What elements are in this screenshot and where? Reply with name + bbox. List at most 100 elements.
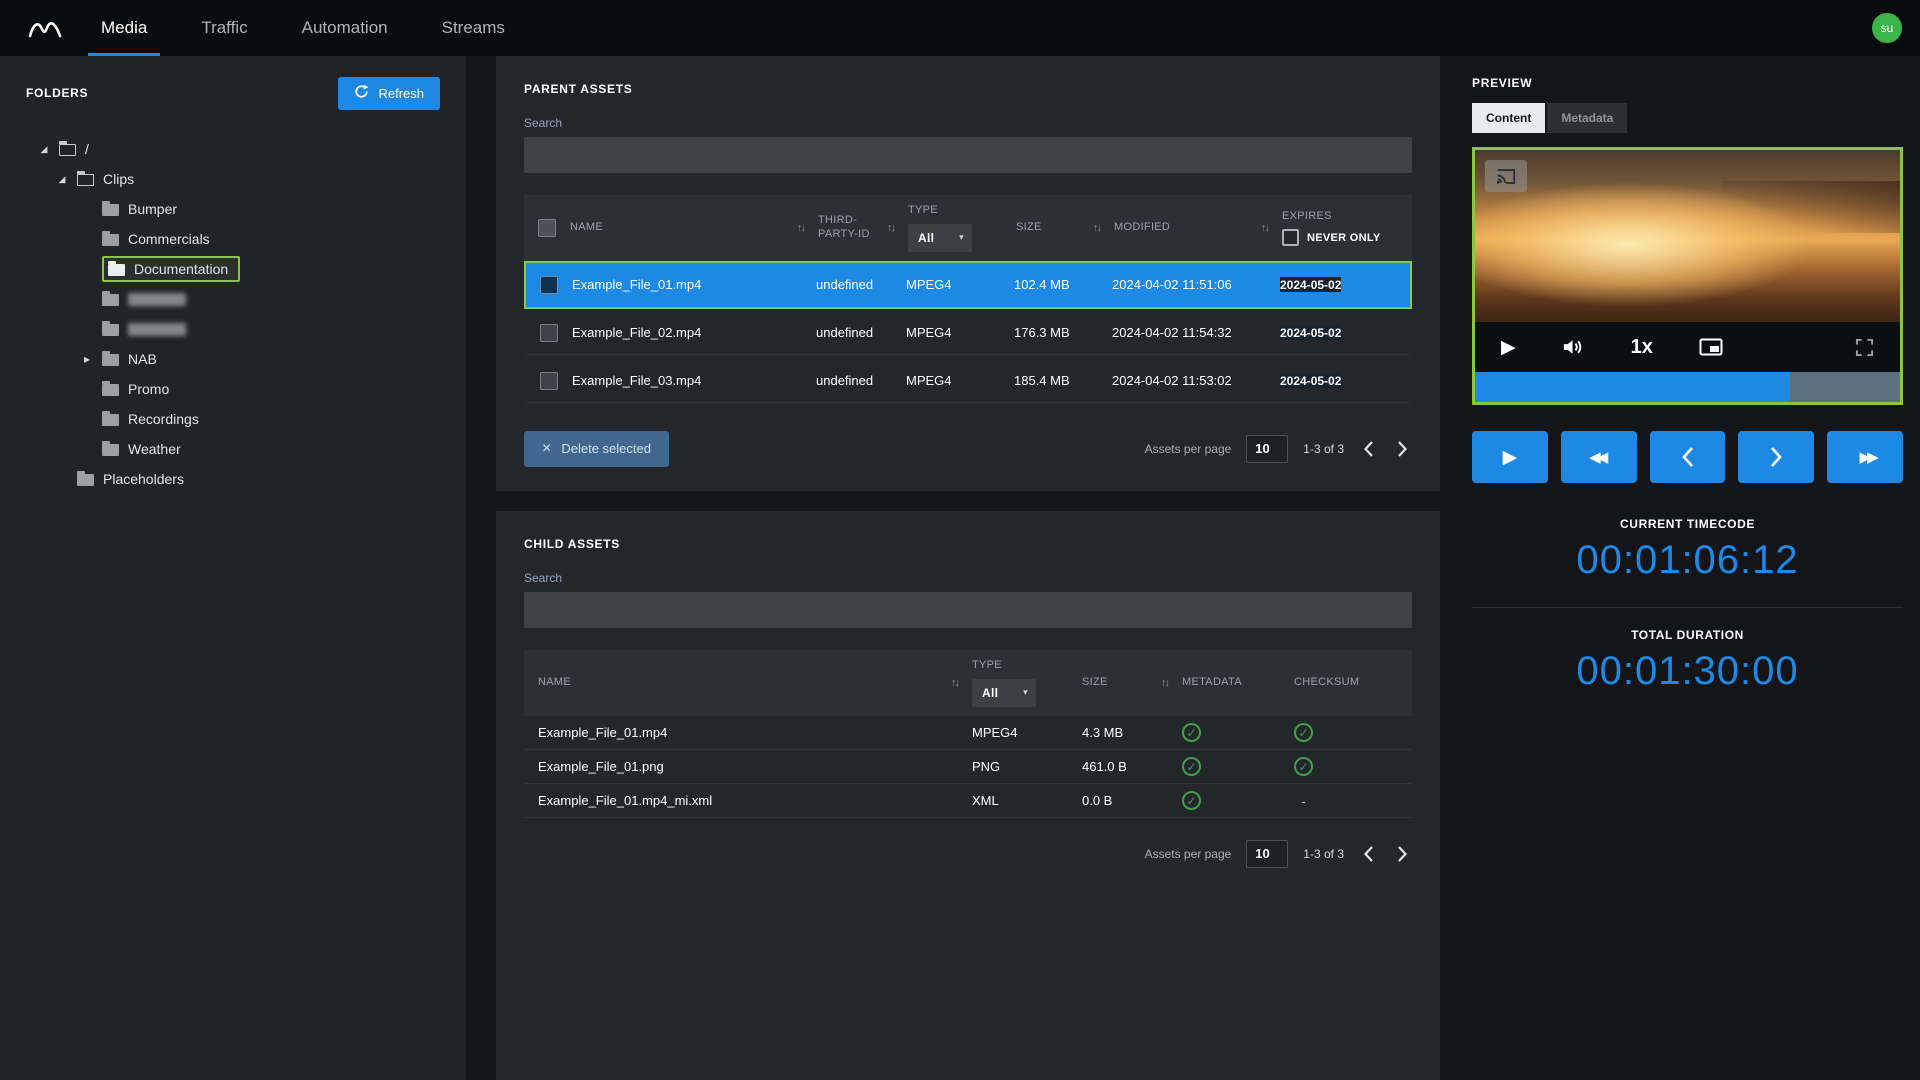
app-logo-icon[interactable] <box>16 0 74 56</box>
row-checkbox[interactable] <box>540 323 558 342</box>
child-asset-row[interactable]: Example_File_01.png PNG 461.0 B <box>524 750 1412 784</box>
preview-tabs: Content Metadata <box>1472 103 1903 133</box>
user-avatar[interactable]: su <box>1872 13 1902 43</box>
next-page-button[interactable] <box>1393 843 1412 865</box>
select-all-checkbox[interactable] <box>538 218 556 237</box>
refresh-button[interactable]: Refresh <box>338 76 440 110</box>
sort-icon[interactable]: ↑↓ <box>1261 222 1270 234</box>
size-column-label: SIZE <box>1082 675 1108 688</box>
asset-size: 4.3 MB <box>1082 725 1124 740</box>
folder-item-root[interactable]: ◢ / <box>26 134 440 164</box>
delete-selected-button[interactable]: × Delete selected <box>524 430 669 467</box>
folder-item-nab[interactable]: ▸ NAB <box>26 344 440 374</box>
playback-speed-button[interactable]: 1x <box>1631 336 1653 359</box>
expires-date-chip[interactable]: 2024-05-02 <box>1280 325 1342 341</box>
total-duration-label: TOTAL DURATION <box>1631 628 1744 642</box>
parent-asset-row[interactable]: Example_File_03.mp4 undefined MPEG4 185.… <box>524 357 1412 405</box>
play-button[interactable]: ▶ <box>1501 336 1516 359</box>
folder-label: Commercials <box>128 231 210 247</box>
folder-item-commercials[interactable]: Commercials <box>26 224 440 254</box>
parent-search-input[interactable] <box>524 137 1412 173</box>
folder-tree: ◢ / ◢ Clips Bumper Commercials Documenta… <box>26 134 440 494</box>
column-header-third-party-id: THIRD-PARTY-ID ↑↓ <box>818 214 908 242</box>
folder-label: Clips <box>103 171 135 187</box>
child-search-input[interactable] <box>524 591 1412 628</box>
metadata-status-icon <box>1182 791 1201 810</box>
previous-page-button[interactable] <box>1359 438 1378 460</box>
volume-icon <box>1563 340 1581 354</box>
tab-content[interactable]: Content <box>1472 103 1546 133</box>
preview-progress-fill <box>1475 372 1790 402</box>
video-frame[interactable] <box>1475 150 1900 322</box>
fullscreen-button[interactable] <box>1855 338 1874 357</box>
fullscreen-icon <box>1855 338 1874 356</box>
parent-asset-row[interactable]: Example_File_01.mp4 undefined MPEG4 102.… <box>524 260 1412 309</box>
child-table-header: NAME ↑↓ TYPE All ▾ SIZE ↑↓ METADATA CHEC… <box>524 649 1412 716</box>
parent-assets-title: PARENT ASSETS <box>524 82 633 96</box>
asset-type: MPEG4 <box>906 373 952 389</box>
type-filter-select[interactable]: All ▾ <box>972 678 1036 707</box>
picture-in-picture-icon <box>1699 338 1723 356</box>
folder-item-promo[interactable]: Promo <box>26 374 440 404</box>
type-filter-select[interactable]: All ▾ <box>908 223 972 252</box>
redacted-folder-label <box>128 322 186 336</box>
column-header-checksum: CHECKSUM <box>1294 676 1412 690</box>
nav-tab-media[interactable]: Media <box>74 0 174 56</box>
volume-button[interactable] <box>1562 337 1585 357</box>
sort-icon[interactable]: ↑↓ <box>1093 222 1102 234</box>
tab-metadata[interactable]: Metadata <box>1547 103 1628 133</box>
chevron-right-icon <box>1770 447 1782 467</box>
folder-item-clips[interactable]: ◢ Clips <box>26 164 440 194</box>
folder-item-placeholders[interactable]: Placeholders <box>26 464 440 494</box>
row-checkbox[interactable] <box>540 371 558 390</box>
per-page-input[interactable] <box>1246 839 1289 868</box>
sort-icon[interactable]: ↑↓ <box>887 222 896 234</box>
folder-item-recordings[interactable]: Recordings <box>26 404 440 434</box>
never-only-checkbox[interactable] <box>1282 229 1299 247</box>
sort-icon[interactable]: ↑↓ <box>1161 677 1170 689</box>
caret-expanded-icon[interactable]: ◢ <box>56 174 68 185</box>
step-forward-button[interactable] <box>1738 431 1815 483</box>
nav-tab-streams[interactable]: Streams <box>415 0 532 56</box>
per-page-label: Assets per page <box>1144 441 1232 456</box>
folder-item-redacted[interactable] <box>26 284 440 314</box>
rewind-button[interactable]: ◀◀ <box>1560 431 1637 483</box>
nav-tab-traffic[interactable]: Traffic <box>174 0 274 56</box>
folder-item-weather[interactable]: Weather <box>26 434 440 464</box>
caret-expanded-icon[interactable]: ◢ <box>38 144 50 155</box>
fast-forward-button[interactable]: ▶▶ <box>1827 431 1903 483</box>
child-asset-row[interactable]: Example_File_01.mp4 MPEG4 4.3 MB <box>524 716 1412 750</box>
expires-date-chip[interactable]: 2024-05-02 <box>1280 277 1342 293</box>
row-checkbox[interactable] <box>540 275 558 294</box>
column-header-metadata: METADATA <box>1182 676 1294 690</box>
next-page-button[interactable] <box>1393 438 1412 460</box>
sort-icon[interactable]: ↑↓ <box>951 677 960 689</box>
seek-bar[interactable] <box>1475 372 1900 402</box>
expires-date-chip[interactable]: 2024-05-02 <box>1280 373 1342 389</box>
previous-page-button[interactable] <box>1359 843 1378 865</box>
folder-icon <box>102 351 119 366</box>
child-asset-row[interactable]: Example_File_01.mp4_mi.xml XML 0.0 B <box>524 784 1412 818</box>
metadata-status-icon <box>1182 757 1201 776</box>
folder-label: Documentation <box>134 261 229 277</box>
refresh-label: Refresh <box>378 85 424 101</box>
type-filter-value: All <box>918 230 935 245</box>
parent-asset-row[interactable]: Example_File_02.mp4 undefined MPEG4 176.… <box>524 309 1412 357</box>
folder-item-redacted[interactable] <box>26 314 440 344</box>
fast-forward-icon: ▶▶ <box>1859 449 1879 466</box>
asset-type: XML <box>972 793 999 808</box>
sort-icon[interactable]: ↑↓ <box>797 222 806 234</box>
folder-item-bumper[interactable]: Bumper <box>26 194 440 224</box>
type-filter-value: All <box>982 685 999 700</box>
folder-item-documentation[interactable]: Documentation <box>26 254 440 284</box>
per-page-input[interactable] <box>1246 434 1289 463</box>
preview-title: PREVIEW <box>1472 76 1533 90</box>
nav-tab-automation[interactable]: Automation <box>275 0 415 56</box>
step-back-button[interactable] <box>1649 431 1726 483</box>
caret-collapsed-icon[interactable]: ▸ <box>81 352 93 366</box>
transport-play-button[interactable]: ▶ <box>1472 431 1548 483</box>
picture-in-picture-button[interactable] <box>1699 338 1723 356</box>
cast-button[interactable] <box>1485 160 1527 192</box>
child-search-label: Search <box>524 570 563 585</box>
nav-tab-label: Media <box>101 18 148 37</box>
